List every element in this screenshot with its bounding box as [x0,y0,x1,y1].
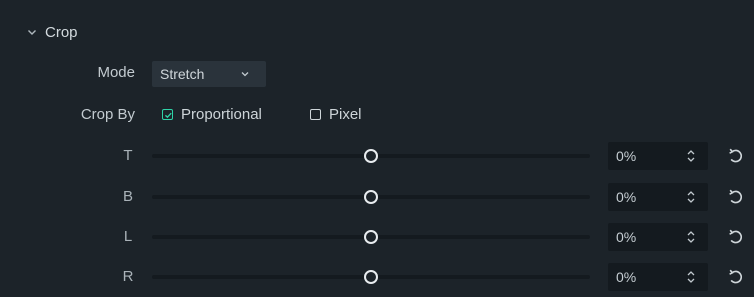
slider-label: L [123,228,133,245]
reset-icon[interactable] [727,147,745,165]
pixel-checkbox[interactable] [310,109,321,120]
pixel-label: Pixel [329,106,362,123]
value-field[interactable] [608,223,708,251]
value-input[interactable] [616,269,676,285]
stepper-icon[interactable] [686,269,696,285]
checkmark-icon [164,112,172,119]
crop-panel: Crop Mode Stretch Crop By Proportional P… [0,0,754,297]
chevron-down-icon [241,72,249,77]
stepper-icon[interactable] [686,229,696,245]
proportional-option[interactable]: Proportional [162,106,262,123]
slider-thumb[interactable] [364,230,378,244]
mode-dropdown[interactable]: Stretch [152,61,266,87]
value-input[interactable] [616,189,676,205]
slider-thumb[interactable] [364,270,378,284]
proportional-checkbox[interactable] [162,109,173,120]
pixel-option[interactable]: Pixel [310,106,362,123]
crop-section-header[interactable]: Crop [26,21,78,43]
slider-thumb[interactable] [364,149,378,163]
slider-thumb[interactable] [364,190,378,204]
proportional-label: Proportional [181,106,262,123]
chevron-down-icon[interactable] [26,26,38,38]
value-field[interactable] [608,142,708,170]
value-input[interactable] [616,148,676,164]
section-title: Crop [45,23,78,41]
slider-label: R [122,268,134,285]
reset-icon[interactable] [727,228,745,246]
reset-icon[interactable] [727,268,745,286]
stepper-icon[interactable] [686,189,696,205]
mode-label: Mode [97,64,135,81]
mode-value: Stretch [160,66,205,82]
value-field[interactable] [608,263,708,291]
slider-label: B [122,188,133,205]
slider-label: T [123,147,133,164]
value-input[interactable] [616,229,676,245]
value-field[interactable] [608,183,708,211]
reset-icon[interactable] [727,188,745,206]
crop-by-label: Crop By [80,106,135,123]
stepper-icon[interactable] [686,148,696,164]
